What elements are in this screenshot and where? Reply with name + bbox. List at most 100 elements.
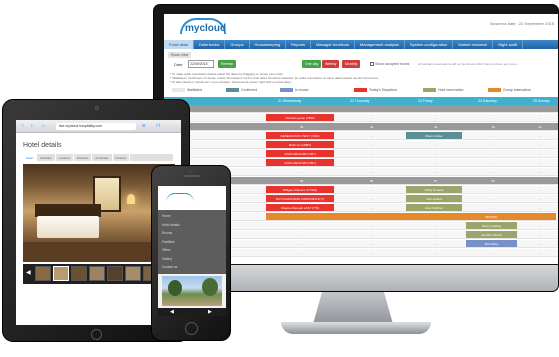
- mycloud-logo[interactable]: mycloud: [180, 18, 226, 35]
- weekly-button[interactable]: Weekly: [322, 60, 340, 68]
- reservation-block[interactable]: Hinnoan group (7893): [266, 114, 334, 121]
- empty-cell[interactable]: —: [300, 242, 303, 246]
- tab-facilities[interactable]: Facilities: [37, 154, 56, 161]
- empty-cell[interactable]: —: [539, 197, 542, 201]
- reservation-block[interactable]: Rost Sullivan: [406, 204, 462, 211]
- share-icon[interactable]: □: [42, 123, 44, 129]
- monthly-button[interactable]: Monthly: [342, 60, 361, 68]
- empty-cell[interactable]: —: [539, 170, 542, 174]
- empty-cell[interactable]: —: [492, 188, 495, 192]
- empty-cell[interactable]: —: [434, 224, 437, 228]
- tab-reviews[interactable]: Reviews: [74, 154, 93, 161]
- empty-cell[interactable]: —: [492, 206, 495, 210]
- reservation-block[interactable]: Bill (697): [466, 213, 517, 220]
- back-icon[interactable]: ‹: [22, 123, 24, 129]
- prev-arrow-icon[interactable]: ◀: [26, 270, 31, 276]
- reservation-block[interactable]: Shawna Renault LAST (770): [266, 204, 334, 211]
- empty-cell[interactable]: —: [370, 161, 373, 165]
- nav-item[interactable]: Housekeeping: [250, 40, 287, 49]
- gallery-thumbnail[interactable]: [89, 266, 105, 281]
- reservation-block[interactable]: JOHN HENA NB (7367): [266, 159, 334, 166]
- empty-cell[interactable]: —: [300, 224, 303, 228]
- forward-icon[interactable]: ›: [31, 123, 33, 129]
- next-arrow-icon[interactable]: ▶: [208, 309, 212, 315]
- mobile-menu-item[interactable]: Home: [162, 214, 171, 218]
- empty-cell[interactable]: —: [539, 206, 542, 210]
- reservation-block[interactable]: Mia Sibley: [466, 240, 517, 247]
- empty-cell[interactable]: —: [539, 233, 542, 237]
- tab-location[interactable]: Location: [56, 154, 75, 161]
- mobile-menu-item[interactable]: Hotel details: [162, 223, 180, 227]
- empty-cell[interactable]: —: [492, 134, 495, 138]
- empty-cell[interactable]: —: [370, 170, 373, 174]
- reservation-block[interactable]: Nancy Darling: [466, 222, 517, 229]
- empty-cell[interactable]: —: [434, 161, 437, 165]
- reservation-block[interactable]: Bush Jon (2987): [266, 141, 334, 148]
- home-button[interactable]: [91, 329, 102, 340]
- empty-cell[interactable]: —: [539, 152, 542, 156]
- empty-cell[interactable]: —: [539, 251, 542, 255]
- empty-cell[interactable]: —: [434, 116, 437, 120]
- empty-cell[interactable]: —: [370, 242, 373, 246]
- empty-cell[interactable]: —: [492, 170, 495, 174]
- empty-cell[interactable]: —: [370, 197, 373, 201]
- refresh-button[interactable]: Refresh: [218, 60, 237, 68]
- empty-cell[interactable]: —: [370, 233, 373, 237]
- show-occupied-checkbox[interactable]: [370, 62, 374, 66]
- empty-cell[interactable]: —: [539, 224, 542, 228]
- address-field[interactable]: live.mycloud.hospitality.com: [56, 123, 136, 130]
- empty-cell[interactable]: —: [492, 152, 495, 156]
- reservation-block[interactable]: Moon Umber: [406, 132, 462, 139]
- nav-item[interactable]: System configuration: [405, 40, 454, 49]
- tab-policies[interactable]: Policies: [113, 154, 130, 161]
- gallery-thumbnail[interactable]: [53, 266, 69, 281]
- empty-cell[interactable]: —: [370, 134, 373, 138]
- gallery-thumbnail[interactable]: [71, 266, 87, 281]
- tab-hotel[interactable]: Hotel: [23, 154, 38, 161]
- tab-amenities[interactable]: Amenities: [92, 154, 113, 161]
- empty-cell[interactable]: —: [370, 224, 373, 228]
- empty-cell[interactable]: —: [370, 251, 373, 255]
- empty-cell[interactable]: —: [300, 251, 303, 255]
- empty-cell[interactable]: —: [370, 188, 373, 192]
- nav-item[interactable]: Management analysis: [355, 40, 405, 49]
- empty-cell[interactable]: —: [370, 152, 373, 156]
- empty-cell[interactable]: —: [492, 116, 495, 120]
- date-field[interactable]: 22/09/2015: [188, 60, 214, 68]
- mobile-menu-item[interactable]: Contact us: [162, 265, 177, 269]
- prev-arrow-icon[interactable]: ◀: [170, 309, 174, 315]
- empty-cell[interactable]: —: [300, 233, 303, 237]
- empty-cell[interactable]: —: [539, 143, 542, 147]
- nav-item[interactable]: Front desk: [164, 40, 194, 49]
- empty-cell[interactable]: —: [492, 197, 495, 201]
- empty-cell[interactable]: —: [539, 188, 542, 192]
- reservation-block[interactable]: Jennifer Patrick: [466, 231, 517, 238]
- empty-cell[interactable]: —: [492, 143, 495, 147]
- reservation-block[interactable]: JOHN HENA NB (7367): [266, 150, 334, 157]
- gallery-thumbnail[interactable]: [125, 266, 141, 281]
- empty-cell[interactable]: —: [434, 233, 437, 237]
- reservation-block[interactable]: Fathy Ismaele: [406, 186, 462, 193]
- home-button[interactable]: [185, 322, 198, 335]
- empty-cell[interactable]: —: [370, 116, 373, 120]
- gallery-thumbnail[interactable]: [107, 266, 123, 281]
- mobile-menu-item[interactable]: Facilities: [162, 240, 174, 244]
- empty-cell[interactable]: —: [539, 116, 542, 120]
- nav-item[interactable]: Night audit: [493, 40, 524, 49]
- empty-cell[interactable]: —: [434, 143, 437, 147]
- reservation-block[interactable]: Widgeo Shavera II (7333): [266, 186, 334, 193]
- empty-cell[interactable]: —: [434, 152, 437, 156]
- one-day-button[interactable]: One day: [302, 60, 322, 68]
- nav-item[interactable]: Market research: [453, 40, 494, 49]
- nav-item[interactable]: Reports: [286, 40, 312, 49]
- reservation-block[interactable]: RESERVATION TEST (7400): [266, 132, 334, 139]
- reservation-block[interactable]: Irish Ireland: [406, 195, 462, 202]
- nav-item[interactable]: Manager functions: [311, 40, 356, 49]
- bookmarks-icon[interactable]: ☰: [142, 123, 146, 129]
- nav-item[interactable]: Groups: [225, 40, 250, 49]
- empty-cell[interactable]: —: [370, 143, 373, 147]
- mobile-menu-item[interactable]: Offers: [162, 248, 171, 252]
- empty-cell[interactable]: —: [434, 170, 437, 174]
- empty-cell[interactable]: —: [492, 161, 495, 165]
- mobile-menu-item[interactable]: Rooms: [162, 231, 172, 235]
